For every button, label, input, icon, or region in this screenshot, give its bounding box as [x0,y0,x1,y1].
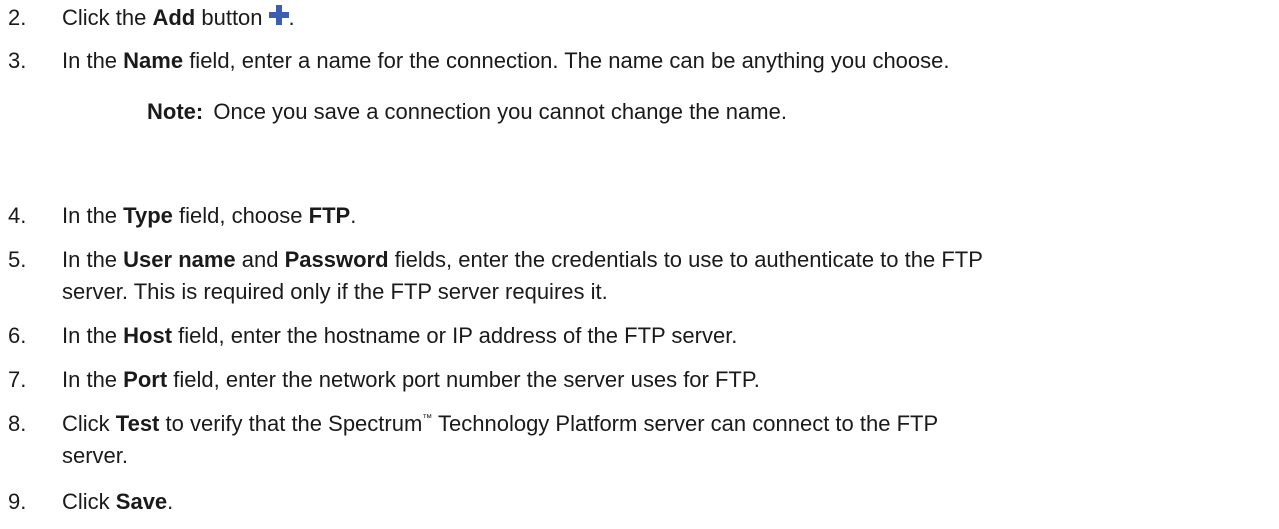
step-number: 4. [8,203,27,228]
step-number: 7. [8,367,27,392]
ui-term-host: Host [123,323,173,348]
step-number: 5. [8,247,27,272]
procedure-document: 2. Click the Add button. 3. In the Name … [0,0,1279,529]
step-text: Click the Add button. [62,3,295,30]
ui-term-port: Port [123,367,168,392]
note-text: Once you save a connection you cannot ch… [213,99,787,124]
step-text: In the Host field, enter the hostname or… [62,323,738,348]
step-number: 6. [8,323,27,348]
step-text: Click Test to verify that the Spectrum™ … [62,411,939,468]
ui-term-save: Save [115,489,168,514]
note-block: Note: Once you save a connection you can… [147,96,1247,128]
step-number: 9. [8,489,27,514]
step-text: Click Save. [62,489,174,514]
plus-icon [268,3,289,25]
step-number: 3. [8,48,27,73]
ui-term-name: Name [123,48,184,73]
step-text: In the User name and Password fields, en… [62,247,983,304]
ui-term-add: Add [152,5,196,30]
step-number: 8. [8,411,27,436]
ui-term-type: Type [123,203,173,228]
trademark-symbol: ™ [422,413,433,424]
ui-term-test: Test [115,411,160,436]
note-label: Note: [147,99,204,124]
ui-term-password: Password [284,247,389,272]
ui-term-ftp: FTP [308,203,351,228]
ui-term-user-name: User name [123,247,236,272]
step-text: In the Name field, enter a name for the … [62,48,950,73]
step-text: In the Port field, enter the network por… [62,367,760,392]
step-number: 2. [8,5,27,30]
step-text: In the Type field, choose FTP. [62,203,357,228]
